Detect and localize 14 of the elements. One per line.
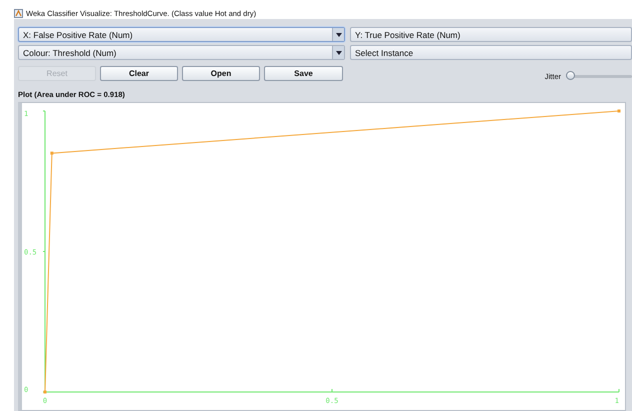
action-button[interactable]: Save [264,66,343,81]
dropdown[interactable]: Colour: Threshold (Num) [18,45,345,60]
dropdown[interactable]: Select Instance [350,45,632,60]
slider-thumb[interactable] [566,71,575,80]
caret-icon [336,50,342,54]
dropdown[interactable]: X: False Positive Rate (Num) [18,27,345,42]
action-button[interactable]: Clear [100,66,178,81]
data-point [44,390,46,394]
dropdown[interactable]: Y: True Positive Rate (Num) [350,27,632,42]
action-button[interactable]: Open [182,66,260,81]
data-point [618,110,620,112]
data-point [50,152,54,155]
app-icon [14,8,23,18]
caret-icon [336,32,342,36]
